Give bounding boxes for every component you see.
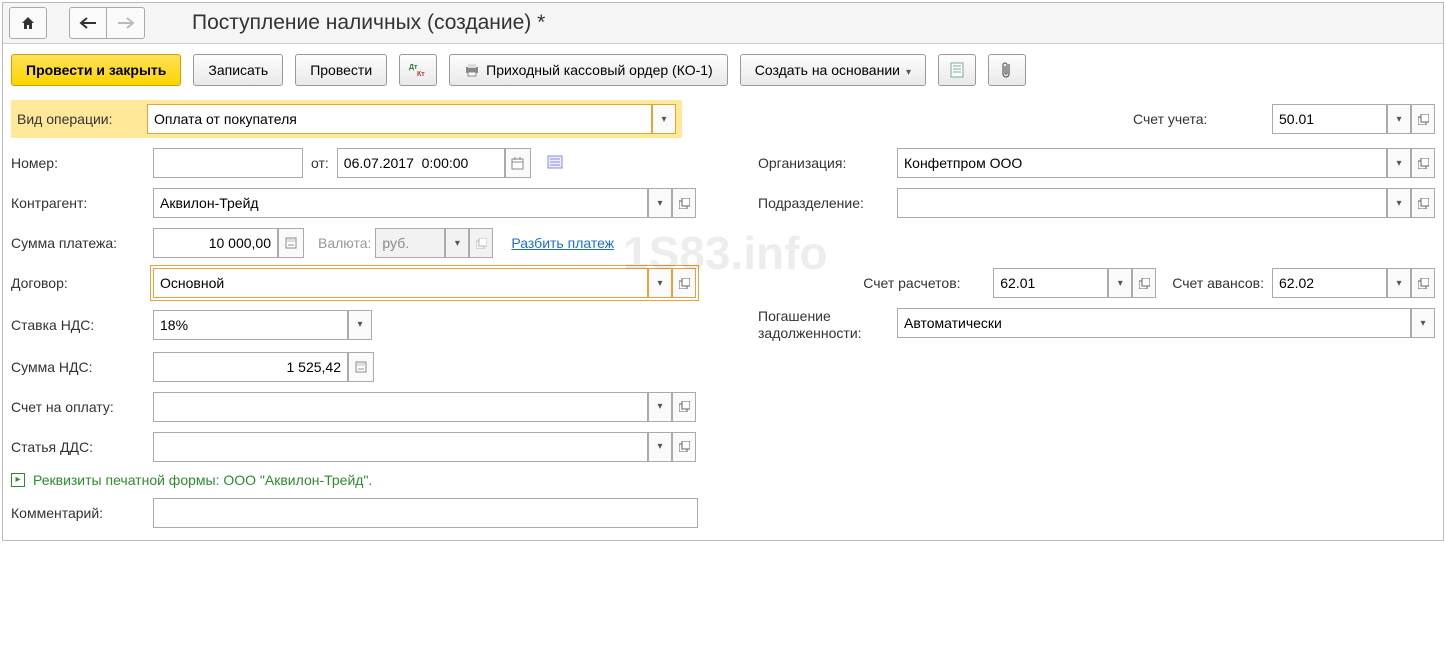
operation-type-dropdown[interactable] (652, 104, 676, 134)
account-dropdown[interactable] (1387, 104, 1411, 134)
division-open[interactable] (1411, 188, 1435, 218)
contractor-input[interactable] (153, 188, 648, 218)
page-title: Поступление наличных (создание) * (192, 11, 545, 35)
advance-account-open[interactable] (1411, 268, 1435, 298)
organization-label: Организация: (758, 155, 893, 171)
from-label: от: (311, 155, 329, 171)
invoice-label: Счет на оплату: (11, 399, 149, 415)
contract-dropdown[interactable] (648, 268, 672, 298)
post-and-close-button[interactable]: Провести и закрыть (11, 54, 181, 86)
invoice-input[interactable] (153, 392, 648, 422)
organization-input[interactable] (897, 148, 1387, 178)
vat-sum-label: Сумма НДС: (11, 359, 149, 375)
number-label: Номер: (11, 155, 149, 171)
vat-sum-calc[interactable] (348, 352, 374, 382)
comment-label: Комментарий: (11, 505, 149, 521)
payment-sum-calc[interactable] (278, 228, 304, 258)
chevron-down-icon (906, 62, 911, 78)
svg-text:Дт: Дт (409, 64, 418, 71)
account-label: Счет учета: (1133, 111, 1268, 127)
settlement-account-input[interactable] (993, 268, 1108, 298)
operation-type-label: Вид операции: (17, 111, 147, 127)
settlement-account-open[interactable] (1132, 268, 1156, 298)
svg-text:Кт: Кт (417, 71, 425, 77)
contract-input[interactable] (153, 268, 648, 298)
debt-repay-input[interactable] (897, 308, 1411, 338)
currency-dropdown (445, 228, 469, 258)
date-input[interactable] (337, 148, 505, 178)
organization-open[interactable] (1411, 148, 1435, 178)
contractor-label: Контрагент: (11, 195, 149, 211)
number-input[interactable] (153, 148, 303, 178)
report-button[interactable] (938, 54, 976, 86)
organization-dropdown[interactable] (1387, 148, 1411, 178)
dds-open[interactable] (672, 432, 696, 462)
division-label: Подразделение: (758, 195, 893, 211)
comment-input[interactable] (153, 498, 698, 528)
dtkt-button[interactable]: ДтКт (399, 54, 437, 86)
contract-label: Договор: (11, 275, 149, 291)
invoice-open[interactable] (672, 392, 696, 422)
expand-arrow-icon[interactable]: ▸ (11, 473, 25, 487)
save-button[interactable]: Записать (193, 54, 283, 86)
create-based-on-button[interactable]: Создать на основании (740, 54, 926, 86)
contract-open[interactable] (672, 268, 696, 298)
printer-icon (464, 63, 480, 77)
print-requisites-link[interactable]: Реквизиты печатной формы: ООО "Аквилон-Т… (33, 472, 372, 488)
doc-icon[interactable] (547, 155, 563, 171)
account-input[interactable] (1272, 104, 1387, 134)
division-dropdown[interactable] (1387, 188, 1411, 218)
advance-account-dropdown[interactable] (1387, 268, 1411, 298)
toolbar: Провести и закрыть Записать Провести ДтК… (3, 44, 1443, 96)
vat-rate-label: Ставка НДС: (11, 317, 149, 333)
contractor-open[interactable] (672, 188, 696, 218)
operation-type-input[interactable] (147, 104, 652, 134)
print-ko1-button[interactable]: Приходный кассовый ордер (КО-1) (449, 54, 728, 86)
currency-open (469, 228, 493, 258)
vat-sum-input[interactable] (153, 352, 348, 382)
dds-dropdown[interactable] (648, 432, 672, 462)
invoice-dropdown[interactable] (648, 392, 672, 422)
payment-sum-input[interactable] (153, 228, 278, 258)
titlebar: Поступление наличных (создание) * (3, 3, 1443, 44)
vat-rate-dropdown[interactable] (348, 310, 372, 340)
advance-account-input[interactable] (1272, 268, 1387, 298)
advance-account-label: Счет авансов: (1172, 275, 1264, 291)
debt-repay-label: Погашение задолженности: (758, 308, 893, 342)
settlement-account-label: Счет расчетов: (863, 275, 985, 291)
dds-label: Статья ДДС: (11, 439, 149, 455)
forward-button[interactable] (107, 7, 145, 39)
form: 1S83.info Вид операции: Счет учета: (3, 96, 1443, 540)
account-open[interactable] (1411, 104, 1435, 134)
currency-input (375, 228, 445, 258)
dds-input[interactable] (153, 432, 648, 462)
currency-label: Валюта: (318, 235, 371, 251)
payment-sum-label: Сумма платежа: (11, 235, 149, 251)
debt-repay-dropdown[interactable] (1411, 308, 1435, 338)
post-button[interactable]: Провести (295, 54, 387, 86)
home-button[interactable] (9, 7, 47, 39)
vat-rate-input[interactable] (153, 310, 348, 340)
split-payment-link[interactable]: Разбить платеж (511, 235, 614, 251)
attachment-button[interactable] (988, 54, 1026, 86)
back-button[interactable] (69, 7, 107, 39)
settlement-account-dropdown[interactable] (1108, 268, 1132, 298)
contractor-dropdown[interactable] (648, 188, 672, 218)
window: Поступление наличных (создание) * Провес… (2, 2, 1444, 541)
division-input[interactable] (897, 188, 1387, 218)
date-calendar-button[interactable] (505, 148, 531, 178)
